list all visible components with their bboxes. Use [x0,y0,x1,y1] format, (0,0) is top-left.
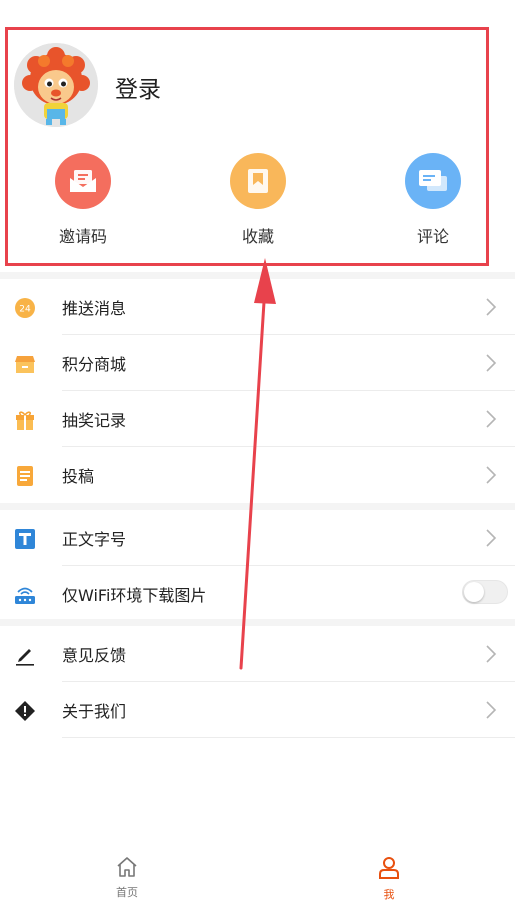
menu-item-label: 正文字号 [62,530,127,549]
info-diamond-icon [13,699,37,723]
toggle-knob [464,582,484,602]
menu-item-push-messages[interactable]: 24 推送消息 [0,279,515,335]
profile-section: 登录 邀请码 收藏 评论 [0,0,515,272]
chevron-right-icon [486,466,497,484]
section-divider [0,619,515,626]
comment-bubble-icon [405,153,461,209]
points-store-icon [13,352,37,376]
menu-item-label: 仅WiFi环境下载图片 [62,586,207,605]
tab-home-label: 首页 [116,886,138,899]
menu-item-lottery-records[interactable]: 抽奖记录 [0,391,515,447]
chevron-right-icon [486,529,497,547]
favorites-label: 收藏 [241,227,274,246]
menu-item-label: 投稿 [62,467,95,486]
pencil-icon [13,643,37,667]
bottom-tab-bar: 首页 我 [0,842,515,902]
menu-item-feedback[interactable]: 意见反馈 [0,626,515,682]
section-divider [0,272,515,279]
menu-item-contribute[interactable]: 投稿 [0,447,515,503]
chevron-right-icon [486,298,497,316]
home-icon [117,857,137,877]
menu-item-label: 意见反馈 [62,646,127,665]
wifi-only-toggle[interactable] [462,580,508,604]
lion-mascot-icon [14,43,98,127]
wifi-router-icon [13,583,37,607]
invite-envelope-icon [55,153,111,209]
invite-code-label: 邀请码 [58,227,107,246]
menu-item-label: 抽奖记录 [62,411,127,430]
menu-item-label: 积分商城 [62,355,127,374]
menu-item-label: 推送消息 [62,299,127,318]
login-link[interactable]: 登录 [115,70,161,104]
menu-item-wifi-only-images: 仅WiFi环境下载图片 [0,566,515,622]
chevron-right-icon [486,354,497,372]
menu-item-about-us[interactable]: 关于我们 [0,682,515,738]
section-divider [0,503,515,510]
tab-me-label: 我 [383,888,395,901]
comments-label: 评论 [416,227,449,246]
bookmark-icon [230,153,286,209]
tab-me[interactable]: 我 [359,856,419,902]
gift-icon [13,408,37,432]
menu-item-font-size[interactable]: 正文字号 [0,510,515,566]
menu-item-label: 关于我们 [62,702,127,721]
chevron-right-icon [486,645,497,663]
push-24-icon: 24 [13,296,37,320]
invite-code-button[interactable]: 邀请码 [33,153,133,247]
user-icon [379,857,399,879]
font-size-icon [13,527,37,551]
chevron-right-icon [486,701,497,719]
avatar[interactable] [14,43,98,127]
contribute-doc-icon [13,464,37,488]
chevron-right-icon [486,410,497,428]
tab-home[interactable]: 首页 [97,856,157,900]
menu-item-points-store[interactable]: 积分商城 [0,335,515,391]
favorites-button[interactable]: 收藏 [208,153,308,247]
comments-button[interactable]: 评论 [383,153,483,247]
svg-text:24: 24 [19,305,31,315]
